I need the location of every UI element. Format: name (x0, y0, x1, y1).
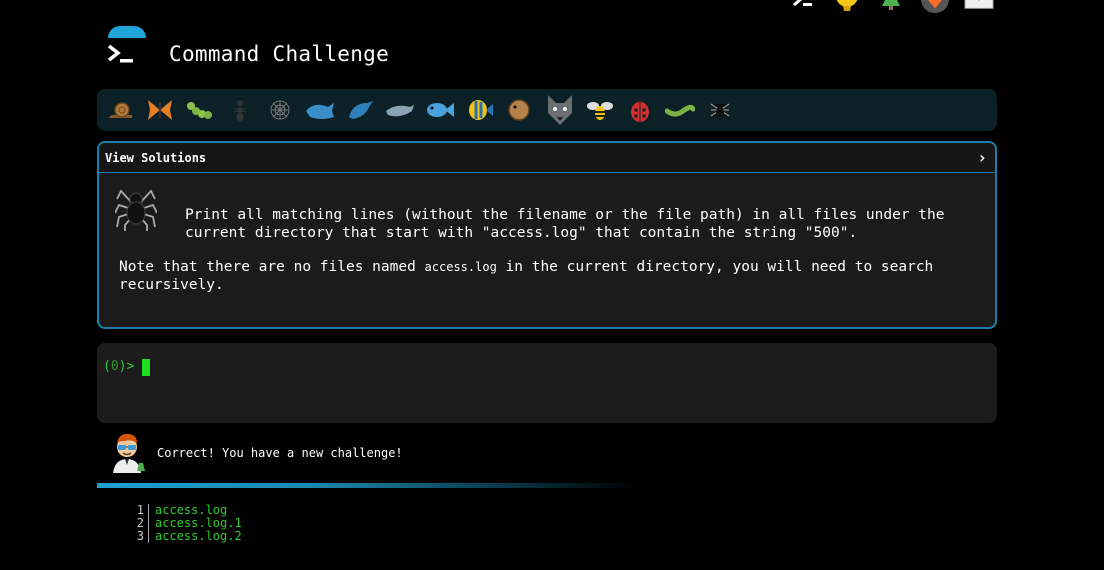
prompt-close: )> (118, 359, 135, 374)
spider-icon[interactable] (703, 93, 737, 127)
blowfish-icon[interactable] (503, 93, 537, 127)
tree-icon[interactable] (876, 0, 906, 12)
line-number: 3 (128, 530, 149, 543)
spider-icon (114, 185, 158, 235)
spider-web-icon[interactable] (263, 93, 297, 127)
challenge-question: Print all matching lines (without the fi… (185, 207, 945, 241)
bee-icon[interactable] (583, 93, 617, 127)
feedback-message: Correct! You have a new challenge! (157, 446, 403, 460)
logo-dome (108, 26, 146, 38)
whale-icon[interactable] (303, 93, 337, 127)
note-code: access.log (424, 260, 497, 274)
level-bar (97, 89, 997, 131)
mail-icon[interactable] (964, 0, 994, 12)
terminal-prompt: (0)> (103, 359, 134, 374)
view-solutions-header[interactable]: View Solutions › (99, 143, 995, 173)
top-nav (788, 0, 994, 14)
ant-icon[interactable] (223, 93, 257, 127)
terminal-logo-icon (107, 44, 133, 63)
gitlab-icon[interactable] (920, 0, 950, 14)
snail-icon[interactable] (103, 93, 137, 127)
view-solutions-label: View Solutions (105, 150, 207, 165)
output-line: 3 access.log.2 (128, 530, 242, 543)
fish-icon[interactable] (423, 93, 457, 127)
dolphin-icon[interactable] (343, 93, 377, 127)
prompt-count: 0 (110, 359, 119, 374)
logo[interactable] (104, 26, 150, 74)
wolf-icon[interactable] (543, 93, 577, 127)
butterfly-icon[interactable] (143, 93, 177, 127)
line-text: access.log.2 (155, 529, 242, 543)
worm-icon[interactable] (663, 93, 697, 127)
chevron-right-icon[interactable]: › (977, 148, 987, 167)
dolphin-grey-icon[interactable] (383, 93, 417, 127)
progress-divider (97, 483, 637, 488)
tropical-fish-icon[interactable] (463, 93, 497, 127)
terminal-icon[interactable] (788, 0, 818, 12)
ladybug-icon[interactable] (623, 93, 657, 127)
caterpillar-icon[interactable] (183, 93, 217, 127)
challenge-panel: View Solutions › Print all matching line… (97, 141, 997, 329)
note-prefix: Note that there are no files named (119, 259, 425, 275)
command-output: 1 access.log 2 access.log.1 3 access.log… (128, 504, 242, 543)
scientist-avatar-icon (107, 431, 149, 477)
prompt-open: ( (103, 359, 111, 374)
challenge-note: Note that there are no files named acces… (119, 258, 979, 294)
lightbulb-icon[interactable] (832, 0, 862, 12)
page-title: Command Challenge (169, 42, 390, 66)
terminal-input[interactable]: (0)> (97, 343, 997, 423)
terminal-cursor (142, 359, 150, 376)
